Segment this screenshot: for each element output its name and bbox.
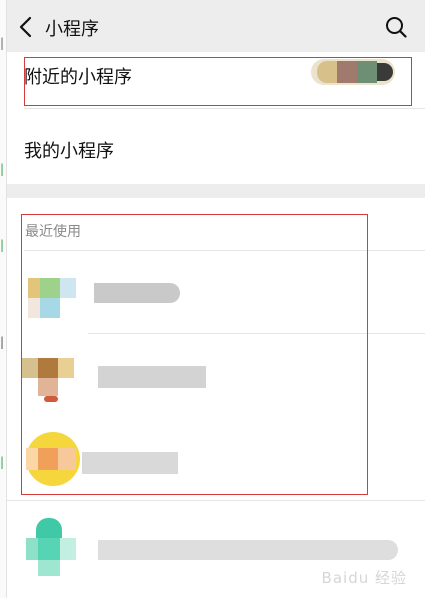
recent-app-item[interactable]: [6, 336, 425, 416]
app-icon-1: [28, 268, 80, 320]
app-name-redacted: [98, 366, 206, 388]
app-icon-2: [22, 350, 82, 406]
edge-mark: |: [0, 162, 5, 176]
search-icon[interactable]: [385, 16, 407, 38]
recent-app-item[interactable]: [6, 418, 425, 498]
background-window-edge: | | | | |: [0, 0, 7, 598]
nearby-avatars: [311, 59, 395, 85]
recent-section-label: 最近使用: [25, 224, 81, 240]
row-divider: [24, 250, 425, 251]
app-name-redacted: [82, 452, 178, 474]
my-mini-programs-row[interactable]: 我的小程序: [0, 120, 425, 178]
edge-mark: |: [0, 455, 5, 469]
back-chevron-icon[interactable]: [16, 16, 36, 38]
my-mini-programs-label: 我的小程序: [24, 141, 114, 162]
recent-app-item[interactable]: [6, 252, 425, 332]
edge-mark: |: [0, 238, 5, 252]
app-name-redacted: [98, 540, 398, 560]
edge-mark: |: [0, 335, 5, 349]
page-title: 小程序: [45, 19, 99, 40]
row-divider: [24, 108, 425, 109]
top-navigation-bar: 小程序: [0, 0, 425, 52]
app-name-redacted: [94, 283, 180, 303]
app-icon-3: [26, 432, 80, 486]
row-divider: [88, 333, 425, 334]
edge-mark: |: [0, 36, 5, 50]
nearby-mini-programs-label: 附近的小程序: [24, 67, 132, 88]
app-icon-4: [26, 518, 82, 578]
watermark: Baidu 经验: [321, 569, 407, 587]
row-divider: [6, 500, 425, 501]
